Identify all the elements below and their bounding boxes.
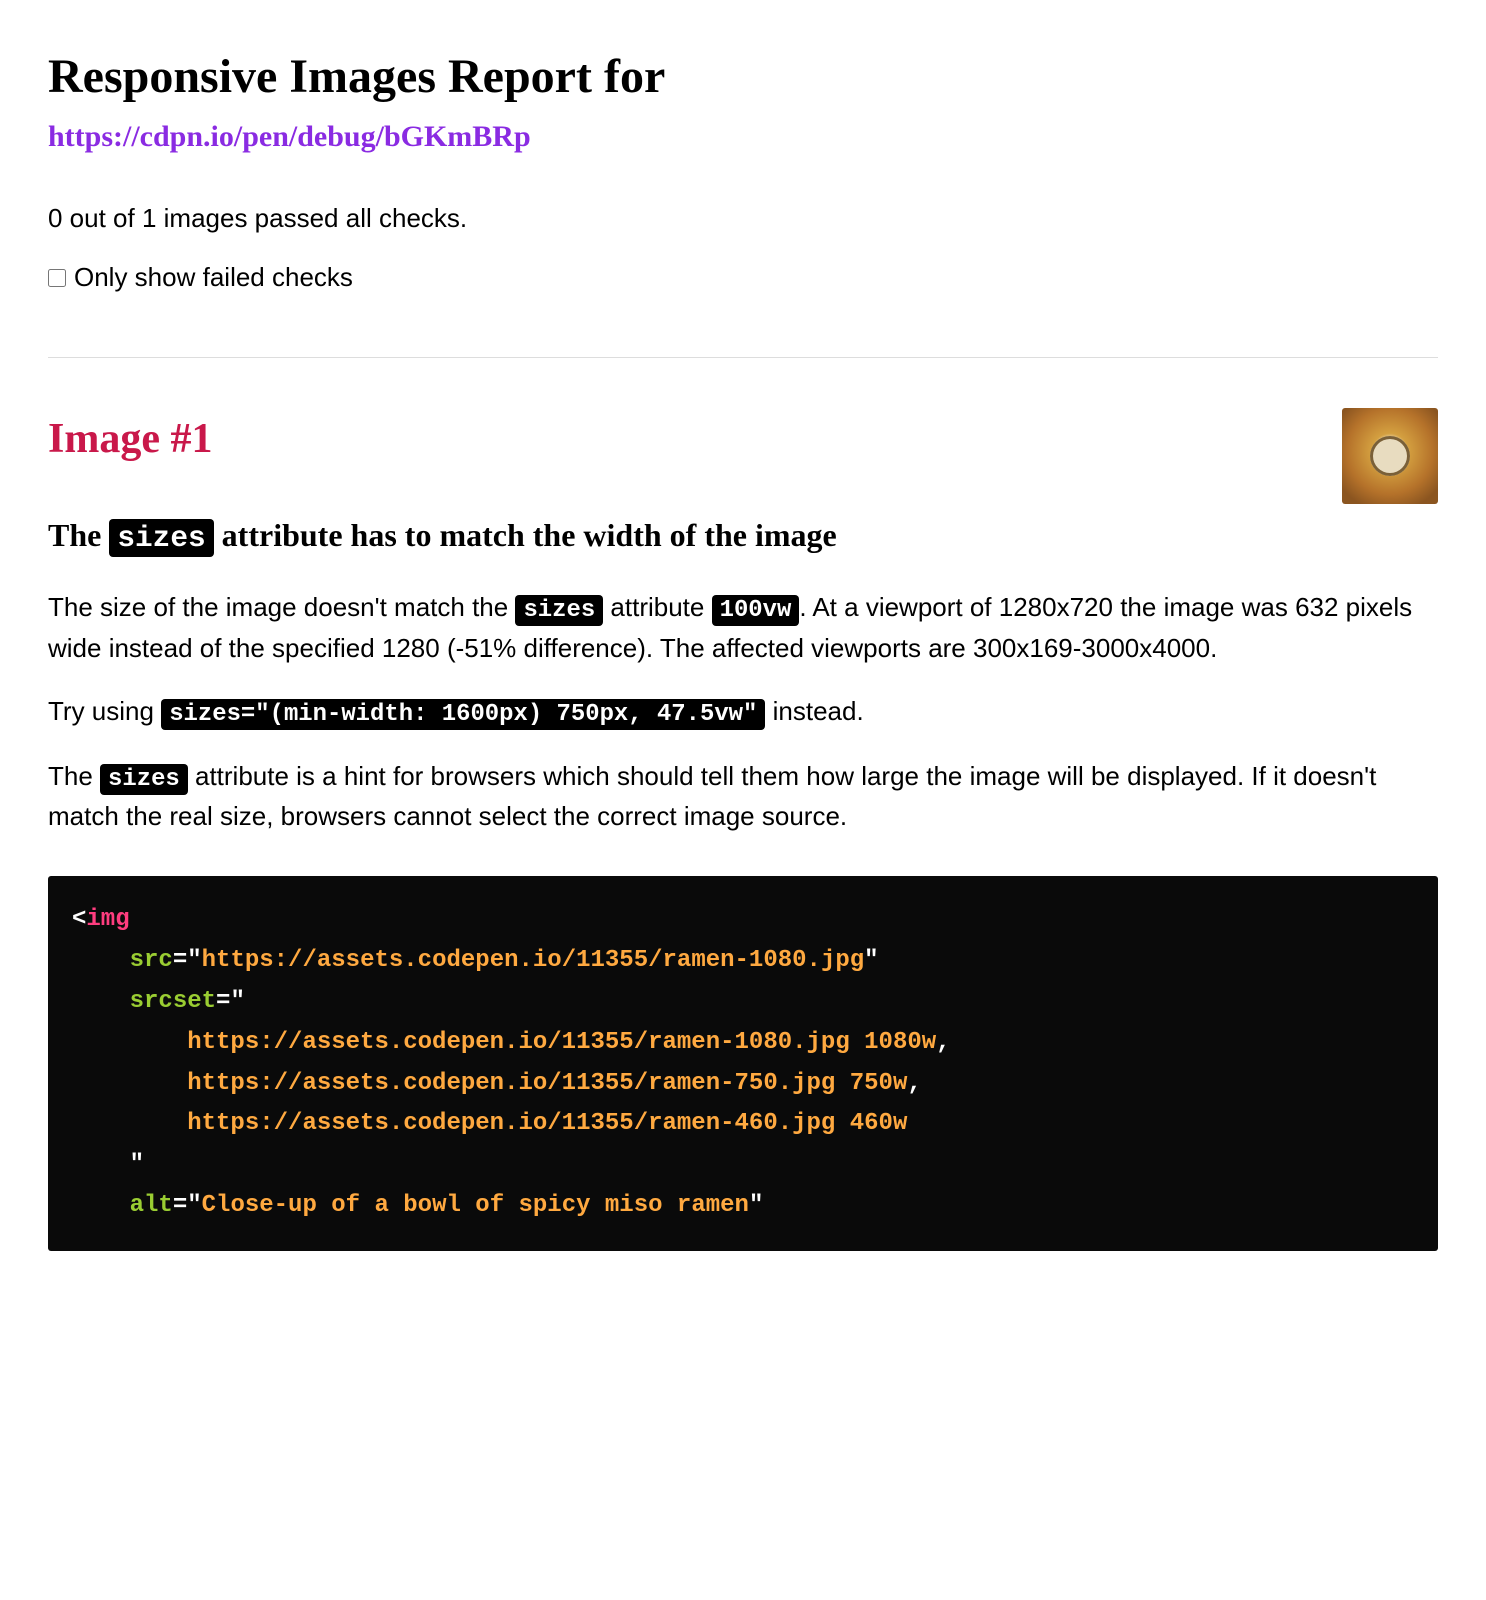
filter-failed-row[interactable]: Only show failed checks <box>48 258 1438 297</box>
summary-text: 0 out of 1 images passed all checks. <box>48 199 1438 238</box>
check-suggestion: Try using sizes="(min-width: 1600px) 750… <box>48 692 1438 733</box>
filter-failed-label: Only show failed checks <box>74 258 353 297</box>
report-url-link[interactable]: https://cdpn.io/pen/debug/bGKmBRp <box>48 114 531 159</box>
code-snippet: <img src="https://assets.codepen.io/1135… <box>48 876 1438 1250</box>
check-heading: The sizes attribute has to match the wid… <box>48 511 1438 560</box>
code-sizes: sizes <box>109 519 213 557</box>
code-sizes-attr: sizes <box>515 595 603 626</box>
filter-failed-checkbox[interactable] <box>48 269 66 287</box>
code-100vw: 100vw <box>712 595 800 626</box>
check-explanation: The sizes attribute is a hint for browse… <box>48 757 1438 837</box>
image-thumbnail <box>1342 408 1438 504</box>
code-sizes-attr-2: sizes <box>100 764 188 795</box>
image-section-1: Image #1 The sizes attribute has to matc… <box>48 408 1438 1251</box>
check-description-1: The size of the image doesn't match the … <box>48 588 1438 668</box>
divider <box>48 357 1438 358</box>
image-heading: Image #1 <box>48 408 1438 471</box>
code-suggested-sizes: sizes="(min-width: 1600px) 750px, 47.5vw… <box>161 699 765 730</box>
page-title: Responsive Images Report for <box>48 48 1438 106</box>
